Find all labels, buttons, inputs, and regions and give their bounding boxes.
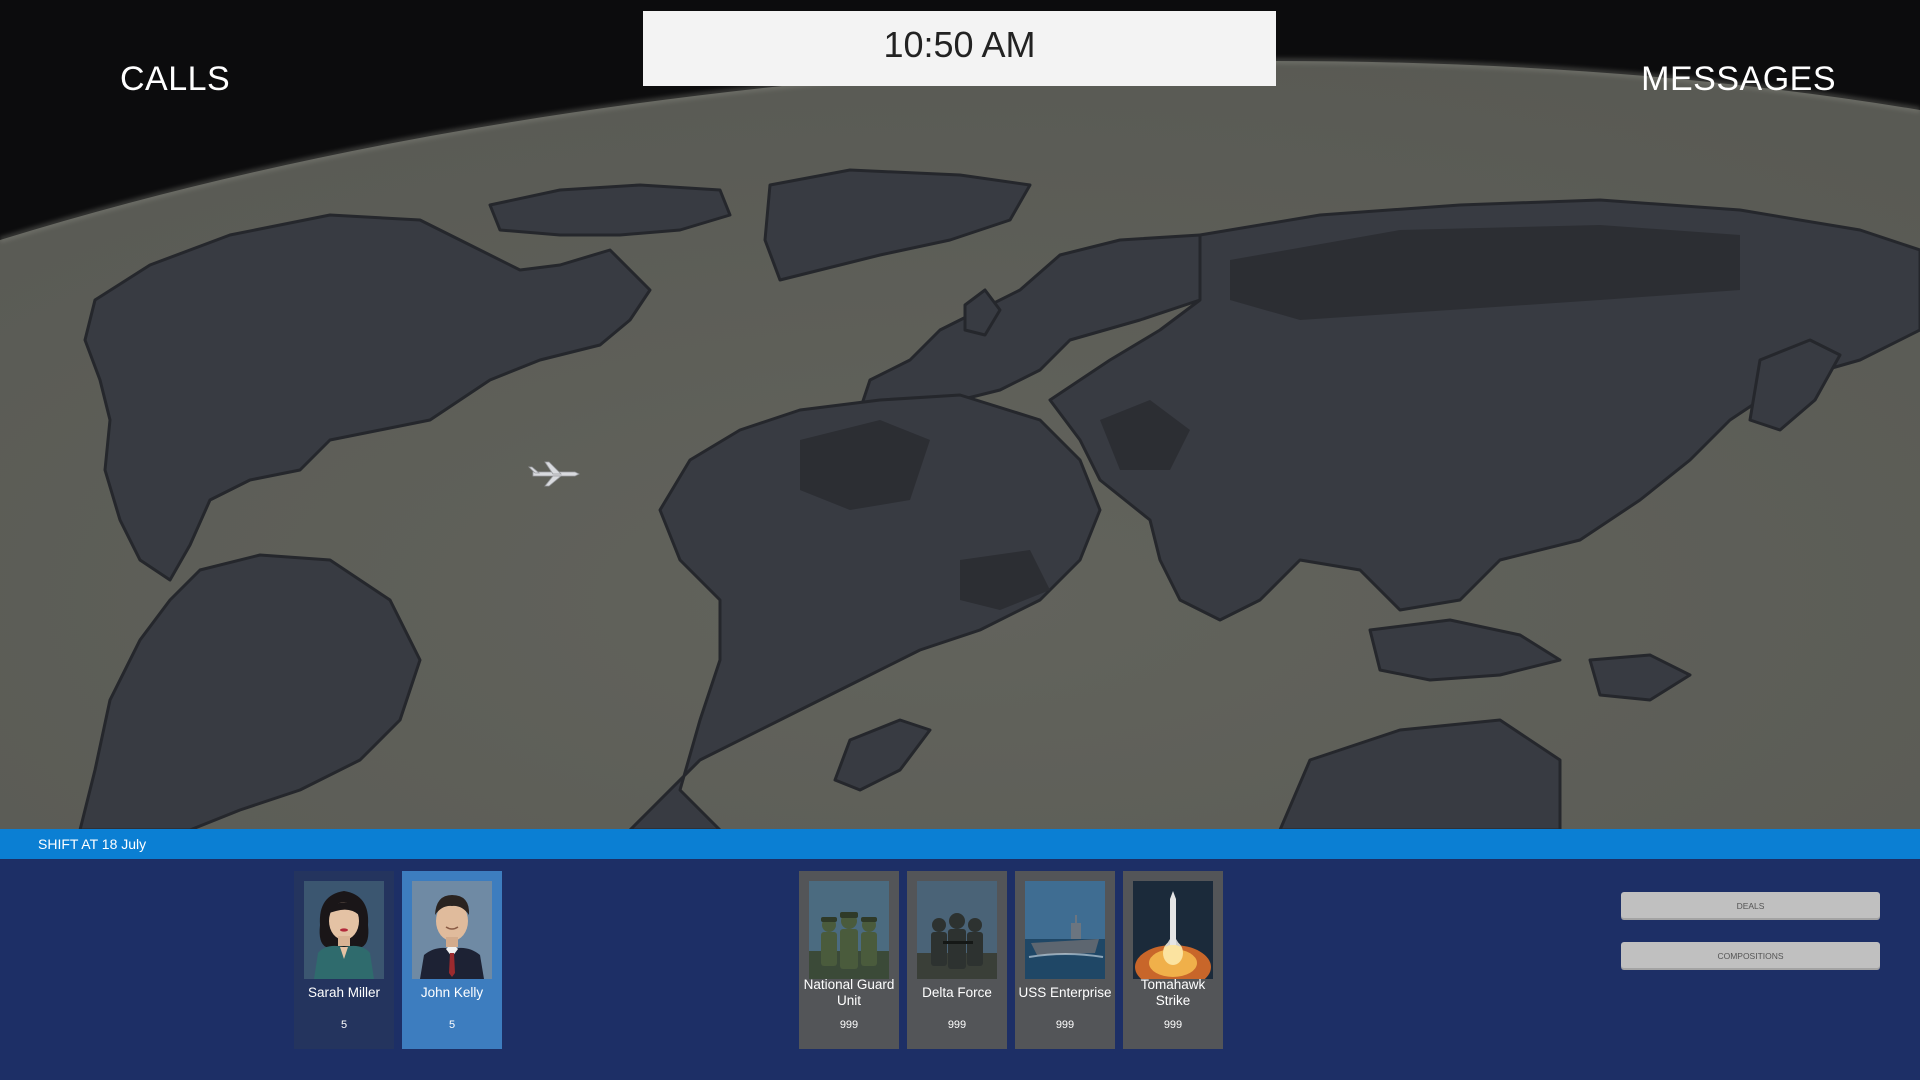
messages-button[interactable]: MESSAGES <box>1641 60 1836 99</box>
unit-card-national-guard[interactable]: National Guard Unit 999 <box>799 871 899 1049</box>
unit-name: Tomahawk Strike <box>1140 977 1206 1008</box>
calls-button[interactable]: CALLS <box>120 60 230 99</box>
unit-count: 999 <box>1055 1019 1075 1031</box>
portrait-john-kelly-icon <box>412 881 492 979</box>
unit-name: National Guard Unit <box>803 977 895 1008</box>
unit-count: 999 <box>947 1019 967 1031</box>
unit-name: USS Enterprise <box>1018 985 1112 1000</box>
agent-count: 5 <box>340 1019 348 1031</box>
unit-name: Delta Force <box>922 985 992 1000</box>
unit-card-tomahawk-strike[interactable]: Tomahawk Strike 999 <box>1123 871 1223 1049</box>
compositions-button[interactable]: COMPOSITIONS <box>1621 942 1880 970</box>
unit-count: 999 <box>839 1019 859 1031</box>
special-forces-icon <box>917 881 997 979</box>
bottom-panel: Sarah Miller 5 John Kelly 5 National Gua… <box>0 859 1920 1080</box>
shift-bar: SHIFT AT 18 July <box>0 829 1920 859</box>
unit-card-delta-force[interactable]: Delta Force 999 <box>907 871 1007 1049</box>
unit-card-uss-enterprise[interactable]: USS Enterprise 999 <box>1015 871 1115 1049</box>
shift-label: SHIFT AT 18 July <box>38 836 147 852</box>
unit-count: 999 <box>1163 1019 1183 1031</box>
missile-launch-icon <box>1133 881 1213 979</box>
soldiers-icon <box>809 881 889 979</box>
agent-name: John Kelly <box>420 985 484 1000</box>
agent-card-john-kelly[interactable]: John Kelly 5 <box>402 871 502 1049</box>
agent-count: 5 <box>448 1019 456 1031</box>
clock-display: 10:50 AM <box>643 11 1276 86</box>
aircraft-carrier-icon <box>1025 881 1105 979</box>
agent-name: Sarah Miller <box>307 985 381 1000</box>
clock-time: 10:50 AM <box>883 23 1036 65</box>
deals-button[interactable]: DEALS <box>1621 892 1880 920</box>
agent-card-sarah-miller[interactable]: Sarah Miller 5 <box>294 871 394 1049</box>
world-map[interactable] <box>0 0 1920 830</box>
portrait-sarah-miller-icon <box>304 881 384 979</box>
